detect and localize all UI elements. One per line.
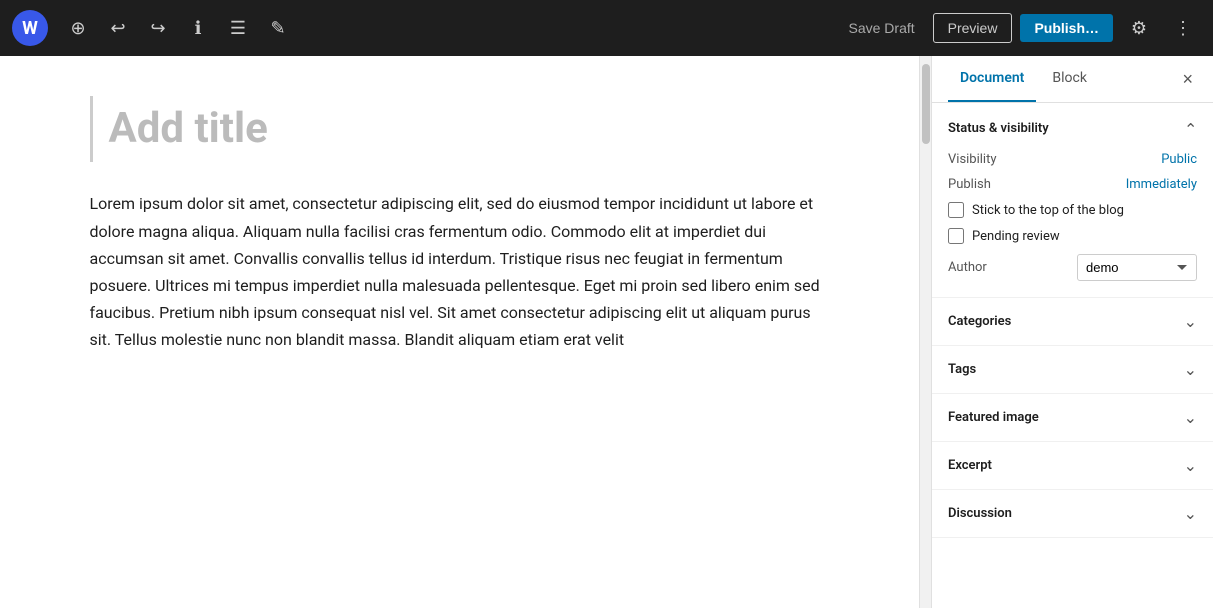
status-visibility-title: Status & visibility xyxy=(948,121,1049,136)
categories-title: Categories xyxy=(948,314,1011,329)
logo-text: W xyxy=(22,18,38,39)
editor-area[interactable]: Add title Lorem ipsum dolor sit amet, co… xyxy=(0,56,919,608)
edit-button[interactable]: ✎ xyxy=(260,10,296,46)
featured-image-title: Featured image xyxy=(948,410,1039,425)
save-draft-button[interactable]: Save Draft xyxy=(839,14,925,42)
publish-button[interactable]: Publish… xyxy=(1020,14,1113,42)
redo-icon: ↪ xyxy=(150,18,165,39)
wordpress-logo[interactable]: W xyxy=(12,10,48,46)
toolbar-right: Save Draft Preview Publish… ⚙ ⋮ xyxy=(839,10,1202,46)
discussion-title: Discussion xyxy=(948,506,1012,521)
right-panel: Document Block × Status & visibility ⌄ V… xyxy=(931,56,1213,608)
info-icon: ℹ xyxy=(195,18,202,39)
excerpt-title: Excerpt xyxy=(948,458,992,473)
toolbar: W ⊕ ↩ ↪ ℹ ☰ ✎ Save Draft Preview Publish… xyxy=(0,0,1213,56)
main-area: Add title Lorem ipsum dolor sit amet, co… xyxy=(0,56,1213,608)
stick-top-label[interactable]: Stick to the top of the blog xyxy=(972,203,1124,218)
settings-button[interactable]: ⚙ xyxy=(1121,10,1157,46)
scrollbar[interactable] xyxy=(919,56,931,608)
pending-review-checkbox[interactable] xyxy=(948,228,964,244)
visibility-value[interactable]: Public xyxy=(1161,152,1197,167)
list-view-button[interactable]: ☰ xyxy=(220,10,256,46)
close-panel-button[interactable]: × xyxy=(1178,65,1197,94)
pending-review-label[interactable]: Pending review xyxy=(972,229,1060,244)
undo-icon: ↩ xyxy=(110,18,125,39)
categories-section[interactable]: Categories ⌄ xyxy=(932,298,1213,346)
pending-review-row: Pending review xyxy=(948,228,1197,244)
publish-value[interactable]: Immediately xyxy=(1126,177,1197,192)
tab-block[interactable]: Block xyxy=(1040,56,1099,102)
chevron-down-icon: ⌄ xyxy=(1184,360,1197,379)
chevron-down-icon: ⌄ xyxy=(1184,504,1197,523)
title-block[interactable]: Add title xyxy=(90,96,830,162)
add-block-button[interactable]: ⊕ xyxy=(60,10,96,46)
status-visibility-header[interactable]: Status & visibility ⌄ xyxy=(948,119,1197,138)
ellipsis-icon: ⋮ xyxy=(1174,18,1192,39)
chevron-down-icon: ⌄ xyxy=(1184,408,1197,427)
info-button[interactable]: ℹ xyxy=(180,10,216,46)
list-icon: ☰ xyxy=(230,18,246,39)
more-options-button[interactable]: ⋮ xyxy=(1165,10,1201,46)
editor-inner: Add title Lorem ipsum dolor sit amet, co… xyxy=(90,96,830,354)
undo-button[interactable]: ↩ xyxy=(100,10,136,46)
featured-image-section[interactable]: Featured image ⌄ xyxy=(932,394,1213,442)
status-visibility-section: Status & visibility ⌄ Visibility Public … xyxy=(932,103,1213,298)
author-select[interactable]: demo admin xyxy=(1077,254,1197,281)
preview-button[interactable]: Preview xyxy=(933,13,1013,43)
title-placeholder[interactable]: Add title xyxy=(109,104,814,154)
publish-label: Publish xyxy=(948,177,991,192)
author-row: Author demo admin xyxy=(948,254,1197,281)
chevron-up-icon: ⌄ xyxy=(1184,119,1197,138)
visibility-row: Visibility Public xyxy=(948,152,1197,167)
body-content[interactable]: Lorem ipsum dolor sit amet, consectetur … xyxy=(90,190,830,353)
redo-button[interactable]: ↪ xyxy=(140,10,176,46)
gear-icon: ⚙ xyxy=(1131,18,1147,39)
publish-row: Publish Immediately xyxy=(948,177,1197,192)
stick-top-checkbox[interactable] xyxy=(948,202,964,218)
excerpt-section[interactable]: Excerpt ⌄ xyxy=(932,442,1213,490)
tags-title: Tags xyxy=(948,362,976,377)
discussion-section[interactable]: Discussion ⌄ xyxy=(932,490,1213,538)
tab-document[interactable]: Document xyxy=(948,56,1036,102)
panel-tabs: Document Block × xyxy=(932,56,1213,103)
visibility-label: Visibility xyxy=(948,152,997,167)
add-icon: ⊕ xyxy=(70,18,85,39)
stick-top-row: Stick to the top of the blog xyxy=(948,202,1197,218)
author-label: Author xyxy=(948,260,987,275)
tags-section[interactable]: Tags ⌄ xyxy=(932,346,1213,394)
pencil-icon: ✎ xyxy=(270,18,285,39)
scroll-thumb xyxy=(922,64,930,144)
chevron-down-icon: ⌄ xyxy=(1184,312,1197,331)
chevron-down-icon: ⌄ xyxy=(1184,456,1197,475)
